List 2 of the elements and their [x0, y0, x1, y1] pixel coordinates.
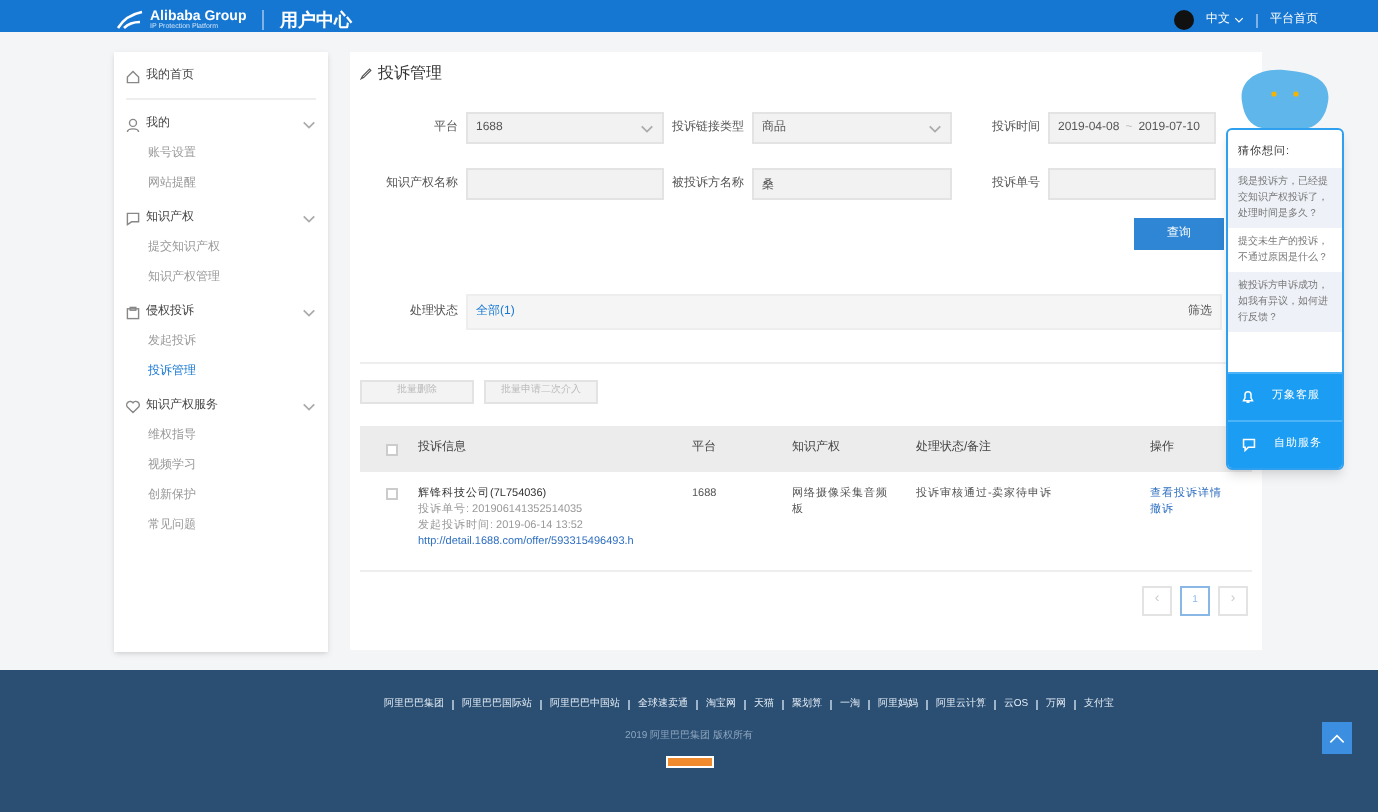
page-heading: 用户中心	[280, 12, 353, 30]
panel-title: 投诉管理	[378, 62, 442, 86]
